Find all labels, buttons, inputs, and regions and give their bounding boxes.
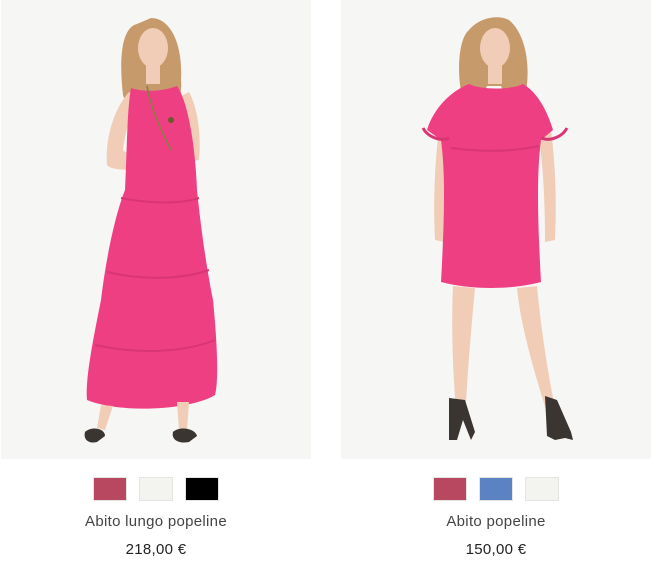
product-image-long-dress[interactable] xyxy=(1,0,311,459)
color-swatch-off-white[interactable] xyxy=(525,477,559,501)
product-name[interactable]: Abito popeline xyxy=(341,513,651,530)
product-image-short-dress[interactable] xyxy=(341,0,651,459)
model-photo xyxy=(421,17,573,440)
color-swatches xyxy=(341,477,651,501)
color-swatch-rose[interactable] xyxy=(93,477,127,501)
product-card: Abito popeline 150,00 € xyxy=(341,0,651,572)
product-price: 150,00 € xyxy=(465,541,527,558)
color-swatch-off-white[interactable] xyxy=(139,477,173,501)
product-price: 218,00 € xyxy=(125,541,187,558)
color-swatch-black[interactable] xyxy=(185,477,219,501)
product-card: Abito lungo popeline 218,00 € xyxy=(1,0,311,572)
product-name[interactable]: Abito lungo popeline xyxy=(1,513,311,530)
model-photo xyxy=(84,18,218,443)
color-swatch-rose[interactable] xyxy=(433,477,467,501)
color-swatch-blue[interactable] xyxy=(479,477,513,501)
color-swatches xyxy=(1,477,311,501)
